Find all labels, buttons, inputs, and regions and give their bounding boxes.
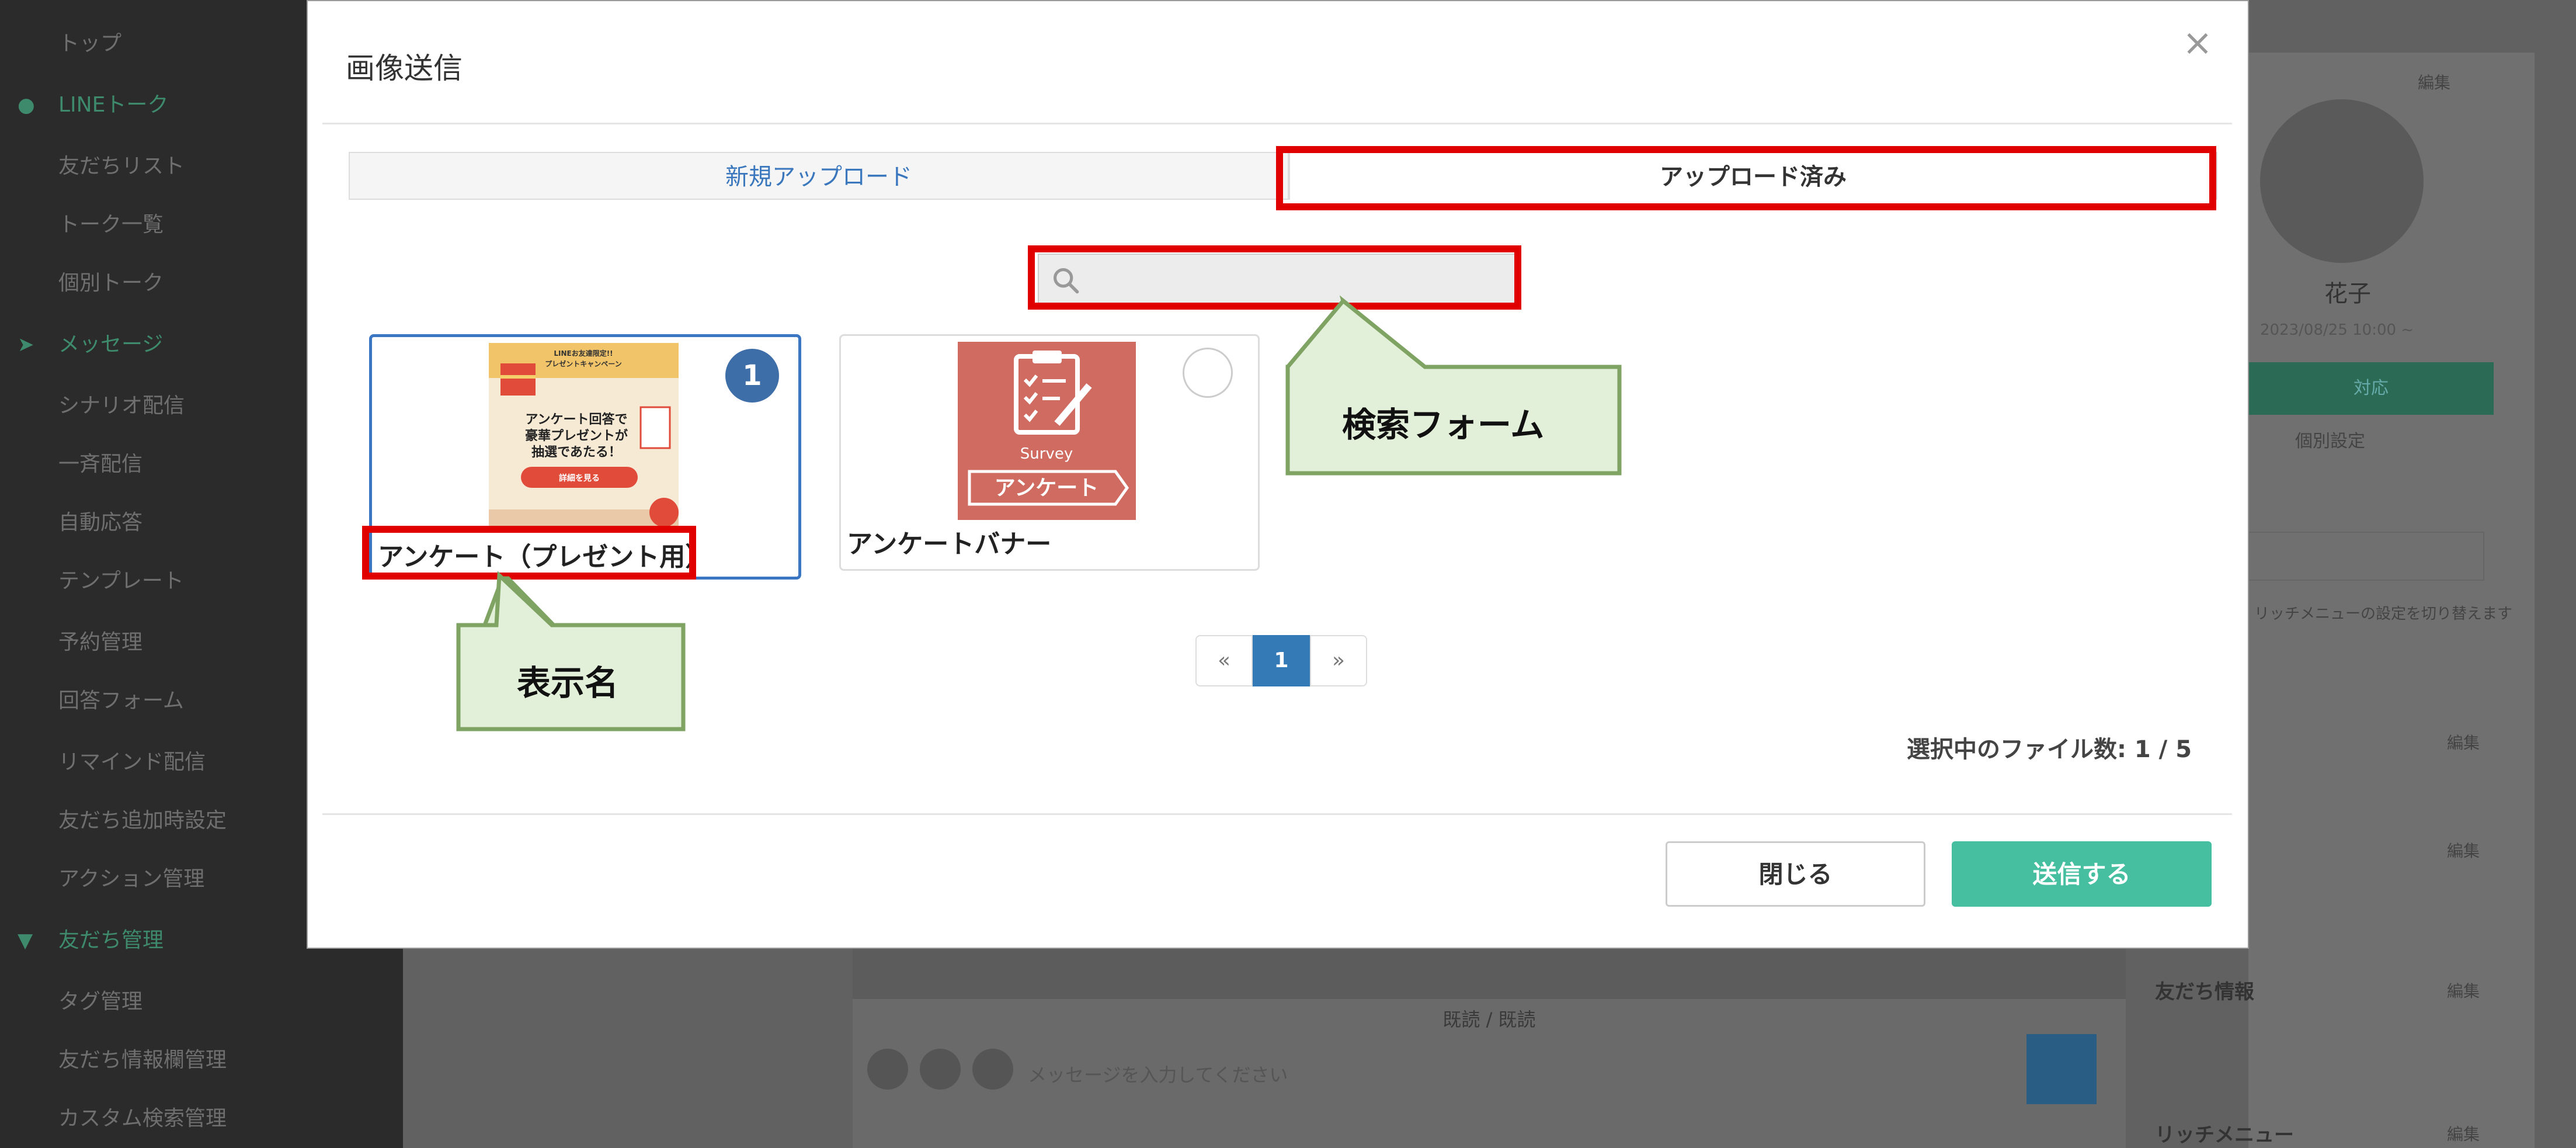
edit-link[interactable]: 編集 [2447,838,2480,862]
highlight-display-name [362,526,696,580]
sidebar-item-talk-list[interactable]: トーク一覧 [58,207,164,242]
chat-icon: ● [18,93,35,117]
plus-icon[interactable] [867,1049,908,1090]
sidebar-item-top[interactable]: トップ [58,26,121,61]
send-button[interactable]: 送信する [1952,841,2212,907]
selected-file-count: 選択中のファイル数: 1 / 5 [1907,736,2192,763]
image-display-name: アンケートバナー [847,529,1052,559]
sidebar-item-scenario[interactable]: シナリオ配信 [58,389,185,424]
sidebar-item-friend-list[interactable]: 友だちリスト [58,149,185,184]
edit-link[interactable]: 編集 [2418,70,2450,93]
richmenu-select[interactable] [2248,532,2484,581]
pagination-next[interactable]: » [1310,635,1367,686]
thumb-line2-text: 豪華プレゼントが [525,428,628,443]
thumb-header-text: LINEお友達限定!! [554,349,613,358]
pagination: « 1 » [1195,635,1367,688]
friend-date: 2023/08/25 10:00 ~ [2260,321,2414,339]
edit-link[interactable]: 編集 [2447,1122,2480,1145]
modal-title: 画像送信 [346,51,463,85]
avatar [2260,99,2424,263]
sidebar-item-action[interactable]: アクション管理 [58,862,204,897]
sidebar-item-remind[interactable]: リマインド配信 [58,745,206,780]
pagination-prev[interactable]: « [1195,635,1253,686]
highlight-search-form [1028,245,1521,310]
sidebar-section-friend-management[interactable]: ▼ 友だち管理 [18,923,164,958]
highlight-uploaded-tab [1276,146,2216,210]
survey-label: アンケート [995,476,1099,500]
emoji-icon[interactable] [920,1049,961,1090]
friend-info-heading: 友だち情報 [2155,980,2254,1004]
status-button[interactable]: 対応 [2248,362,2494,415]
present-campaign-image: LINEお友達限定!! プレゼントキャンペーン アンケート回答で 豪華プレゼント… [489,343,679,533]
sidebar-item-template[interactable]: テンプレート [58,564,184,599]
sidebar-section-label: LINEトーク [58,93,169,117]
image-send-modal: 画像送信 × 新規アップロード アップロード済み LINEお友達限定!! プレゼ… [307,0,2249,949]
sidebar-item-broadcast[interactable]: 一斉配信 [58,447,142,482]
friend-name: 花子 [2324,280,2371,307]
sidebar-item-tag[interactable]: タグ管理 [58,984,142,1019]
sidebar-section-label: 友だち管理 [58,928,164,952]
thumb-line1-text: アンケート回答で [525,412,627,427]
send-icon: ➤ [18,333,34,356]
filter-icon: ▼ [18,929,33,952]
sidebar-item-auto-reply[interactable]: 自動応答 [58,505,142,540]
sidebar-item-add-friend-settings[interactable]: 友だち追加時設定 [58,803,227,838]
sidebar-section-label: メッセージ [58,332,164,356]
tab-new-upload[interactable]: 新規アップロード [349,152,1289,200]
sidebar-item-form[interactable]: 回答フォーム [58,684,184,719]
sidebar-item-custom-search[interactable]: カスタム検索管理 [58,1101,227,1136]
edit-link[interactable]: 編集 [2447,979,2480,1002]
sticker-icon[interactable] [972,1049,1013,1090]
sidebar-item-friend-info[interactable]: 友だち情報欄管理 [58,1043,227,1078]
close-icon[interactable]: × [2182,25,2213,61]
close-button[interactable]: 閉じる [1666,841,1925,907]
image-thumbnail-survey: Survey アンケート [958,342,1136,520]
richmenu-heading: リッチメニュー [2155,1123,2294,1147]
individual-settings-link[interactable]: 個別設定 [2295,426,2365,452]
thumb-button-text: 詳細を見る [559,473,600,483]
message-input[interactable]: メッセージを入力してください [1028,1049,1962,1101]
chat-area: 既読 / 既読 メッセージを入力してください [853,946,2126,1148]
header-divider [322,123,2232,124]
read-status: 既読 / 既読 [1442,1008,1536,1031]
survey-banner-image: Survey アンケート [958,342,1136,520]
footer-divider [322,813,2232,815]
survey-caption: Survey [1020,445,1073,463]
sidebar-section-line-talk[interactable]: ● LINEトーク [18,88,169,123]
select-radio[interactable] [1183,348,1233,398]
send-message-button[interactable] [2026,1034,2097,1104]
image-thumbnail-present: LINEお友達限定!! プレゼントキャンペーン アンケート回答で 豪華プレゼント… [489,343,679,533]
sidebar-item-individual-talk[interactable]: 個別トーク [58,266,164,301]
selected-order-badge: 1 [725,349,779,403]
chat-history-strip [853,946,2126,999]
thumb-campaign-text: プレゼントキャンペーン [545,359,621,368]
sidebar-section-message[interactable]: ➤ メッセージ [18,327,164,362]
richmenu-note: リッチメニューの設定を切り替えます [2254,605,2513,623]
edit-link[interactable]: 編集 [2447,730,2480,754]
sidebar-item-reservation[interactable]: 予約管理 [58,625,142,660]
friend-detail-panel: 編集 花子 2023/08/25 10:00 ~ 対応 個別設定 リッチメニュー… [2155,53,2535,1148]
image-card[interactable]: Survey アンケート アンケートバナー [839,334,1260,571]
thumb-line3-text: 抽選であたる！ [531,445,621,460]
search-form-callout-label: 検索フォーム [1342,405,1545,445]
display-name-callout-label: 表示名 [517,663,619,703]
pagination-page-1[interactable]: 1 [1253,635,1310,686]
